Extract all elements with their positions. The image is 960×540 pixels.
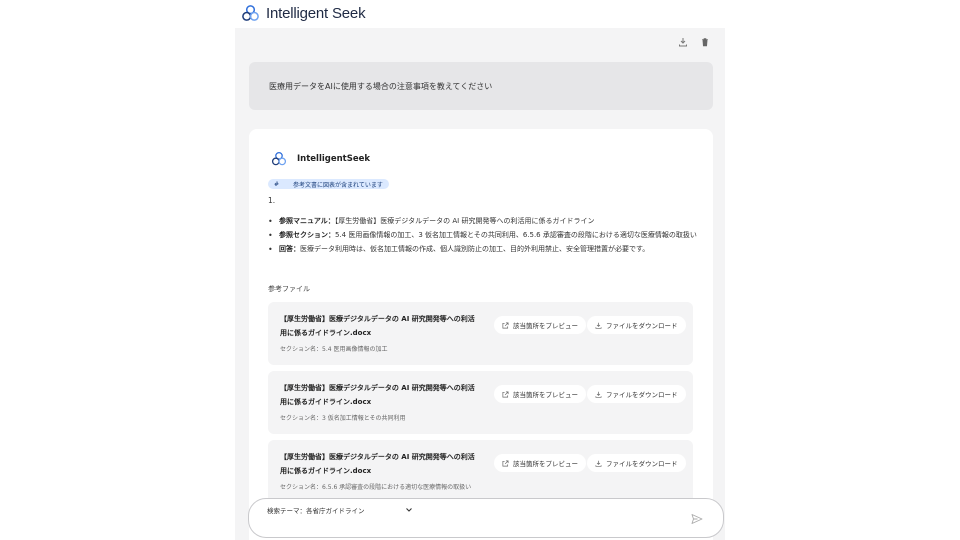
search-theme-select[interactable]: 検索テーマ：各省庁ガイドライン [267, 505, 413, 515]
bullet-text: 医療データ利用時は、仮名加工情報の作成、個人識別防止の加工、目的外利用禁止、安全… [300, 245, 650, 253]
app-root: Intelligent Seek 医療用データをAIに使用する場合の注意事項を教… [0, 0, 960, 540]
reference-file-card: 【厚生労働省】医療デジタルデータの AI 研究開発等への利活用に係るガイドライン… [268, 371, 693, 434]
download-file-button[interactable]: ファイルをダウンロード [587, 454, 686, 472]
brand[interactable]: Intelligent Seek [241, 4, 366, 23]
file-name: 【厚生労働省】医療デジタルデータの AI 研究開発等への利活用に係るガイドライン… [280, 384, 475, 406]
bullet-label: 参照セクション： [279, 231, 335, 239]
answer-card: IntelligentSeek # 参考文書に図表が含まれています 1. 参照マ… [249, 129, 713, 540]
brand-name: Intelligent Seek [266, 5, 366, 22]
file-name: 【厚生労働省】医療デジタルデータの AI 研究開発等への利活用に係るガイドライン… [280, 453, 475, 475]
file-section: セクション名：6.5.6 承認審査の段階における適切な医療情報の取扱い [280, 484, 472, 491]
chevron-down-icon [405, 508, 412, 512]
external-link-icon [502, 391, 509, 397]
bullet-manual: 参照マニュアル：【厚生労働省】医療デジタルデータの AI 研究開発等への利活用に… [268, 215, 700, 228]
bullet-text: 【厚生労働省】医療デジタルデータの AI 研究開発等への利活用に係るガイドライン [334, 217, 595, 225]
preview-label: 該当箇所をプレビュー [513, 391, 578, 399]
preview-label: 該当箇所をプレビュー [513, 460, 578, 468]
preview-button[interactable]: 該当箇所をプレビュー [494, 385, 586, 403]
reference-file-card: 【厚生労働省】医療デジタルデータの AI 研究開発等への利活用に係るガイドライン… [268, 440, 693, 503]
bullet-label: 回答： [279, 245, 300, 253]
answer-bullets: 参照マニュアル：【厚生労働省】医療デジタルデータの AI 研究開発等への利活用に… [268, 215, 700, 257]
bullet-section: 参照セクション：5.4 医用画像情報の加工、3 仮名加工情報とその共同利用、6.… [268, 229, 700, 242]
download-icon [595, 322, 602, 329]
figure-notice-badge: # 参考文書に図表が含まれています [268, 179, 389, 189]
badge-text: 参考文書に図表が含まれています [293, 181, 383, 189]
bot-name: IntelligentSeek [297, 154, 371, 164]
chat-toolbar [675, 34, 713, 50]
number-line: 1. [268, 196, 276, 205]
bullet-label: 参照マニュアル： [279, 217, 335, 225]
download-file-button[interactable]: ファイルをダウンロード [587, 316, 686, 334]
file-section: セクション名：3 仮名加工情報とその共同利用 [280, 415, 406, 422]
trash-icon [702, 38, 708, 47]
reference-files-title: 参考ファイル [268, 285, 310, 293]
download-icon [595, 460, 602, 467]
user-message-text: 医療用データをAIに使用する場合の注意事項を教えてください [269, 81, 493, 91]
download-label: ファイルをダウンロード [606, 460, 678, 468]
bullet-text: 5.4 医用画像情報の加工、3 仮名加工情報とその共同利用、6.5.6 承認審査… [335, 231, 697, 239]
chat-composer[interactable]: 検索テーマ：各省庁ガイドライン [248, 498, 724, 538]
brand-logo-icon [242, 5, 259, 21]
preview-label: 該当箇所をプレビュー [513, 322, 578, 330]
external-link-icon [502, 322, 509, 328]
bot-avatar-icon [271, 151, 287, 166]
delete-chat-button[interactable] [697, 34, 713, 50]
download-label: ファイルをダウンロード [606, 322, 678, 330]
external-link-icon [502, 460, 509, 466]
user-message: 医療用データをAIに使用する場合の注意事項を教えてください [249, 62, 713, 110]
download-chat-button[interactable] [675, 34, 691, 50]
badge-hash: # [274, 180, 280, 188]
bot-header: IntelligentSeek [271, 151, 370, 167]
send-icon[interactable] [691, 513, 703, 525]
download-icon [679, 38, 687, 47]
preview-button[interactable]: 該当箇所をプレビュー [494, 454, 586, 472]
file-section: セクション名：5.4 医用画像情報の加工 [280, 346, 388, 353]
download-label: ファイルをダウンロード [606, 391, 678, 399]
file-name: 【厚生労働省】医療デジタルデータの AI 研究開発等への利活用に係るガイドライン… [280, 315, 475, 337]
search-theme-label: 検索テーマ：各省庁ガイドライン [267, 507, 365, 515]
download-file-button[interactable]: ファイルをダウンロード [587, 385, 686, 403]
preview-button[interactable]: 該当箇所をプレビュー [494, 316, 586, 334]
bullet-answer: 回答：医療データ利用時は、仮名加工情報の作成、個人識別防止の加工、目的外利用禁止… [268, 243, 700, 256]
reference-file-card: 【厚生労働省】医療デジタルデータの AI 研究開発等への利活用に係るガイドライン… [268, 302, 693, 365]
chat-panel: 医療用データをAIに使用する場合の注意事項を教えてください Intelligen… [235, 28, 725, 540]
header: Intelligent Seek [0, 0, 960, 28]
download-icon [595, 391, 602, 398]
